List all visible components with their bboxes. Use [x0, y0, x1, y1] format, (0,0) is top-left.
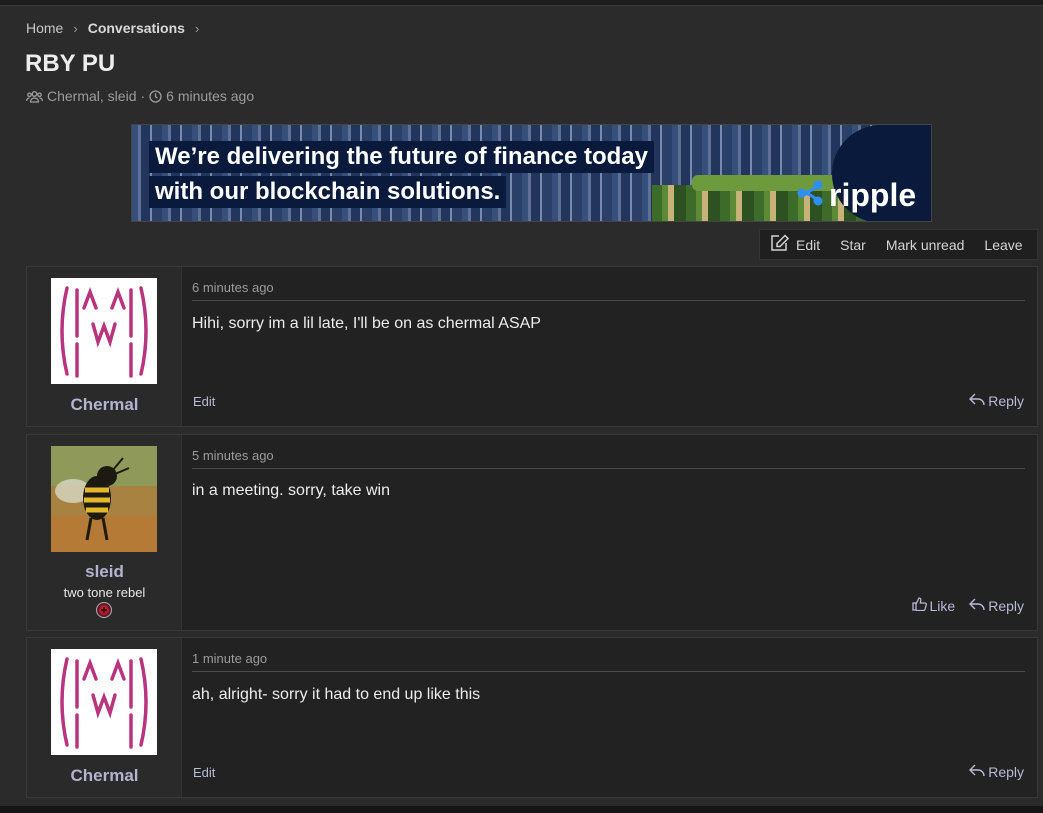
ripple-logo: ripple [797, 177, 916, 214]
avatar[interactable] [51, 649, 157, 755]
participants[interactable]: Chermal, sleid [47, 88, 136, 104]
message-time[interactable]: 1 minute ago [192, 651, 267, 666]
reply-label: Reply [988, 597, 1024, 614]
star-button[interactable]: Star [830, 237, 876, 253]
message-actions: Like Reply [911, 597, 1024, 614]
thumbs-up-icon [911, 597, 927, 614]
message-time[interactable]: 5 minutes ago [192, 448, 274, 463]
username[interactable]: Chermal [27, 766, 182, 786]
like-button[interactable]: Like [911, 597, 956, 614]
ad-headline-line1: We’re delivering the future of finance t… [149, 141, 654, 173]
message-text: in a meeting. sorry, take win [192, 482, 391, 499]
chevron-right-icon: › [73, 20, 78, 36]
divider [192, 671, 1025, 672]
message-user-panel: Chermal [27, 267, 182, 426]
avatar[interactable] [51, 446, 157, 552]
ripple-brand-text: ripple [829, 177, 917, 213]
avatar[interactable] [51, 278, 157, 384]
top-border [0, 0, 1043, 6]
meta-separator: · [140, 88, 146, 104]
message-text: Hihi, sorry im a lil late, I'll be on as… [192, 315, 541, 332]
conversation-actions: Edit Star Mark unread Leave [759, 229, 1038, 260]
mark-unread-button[interactable]: Mark unread [876, 237, 975, 253]
edit-message-link[interactable]: Edit [193, 765, 215, 780]
edit-icon [770, 234, 790, 255]
divider [192, 300, 1025, 301]
message-post: Chermal 6 minutes ago Hihi, sorry im a l… [26, 266, 1038, 427]
breadcrumb-home-link[interactable]: Home [26, 20, 63, 36]
advertisement-banner[interactable]: We’re delivering the future of finance t… [131, 124, 932, 222]
page-title: RBY PU [25, 50, 116, 77]
user-title: two tone rebel [63, 585, 146, 600]
leave-button[interactable]: Leave [974, 237, 1032, 253]
edit-conversation-button[interactable]: Edit [760, 234, 830, 255]
ripple-logo-icon [797, 177, 825, 214]
edit-message-link[interactable]: Edit [193, 394, 215, 409]
reply-button[interactable]: Reply [969, 393, 1024, 409]
message-post: Chermal 1 minute ago ah, alright- sorry … [26, 637, 1038, 798]
message-user-panel: sleid two tone rebel [27, 435, 182, 630]
reply-icon [969, 598, 985, 614]
conversation-meta: Chermal, sleid · 6 minutes ago [26, 88, 254, 104]
breadcrumb: Home › Conversations › [26, 20, 203, 36]
breadcrumb-conversations-link[interactable]: Conversations [88, 20, 185, 36]
username[interactable]: Chermal [27, 395, 182, 415]
divider [192, 468, 1025, 469]
chevron-right-icon: › [194, 20, 200, 36]
reply-icon [969, 764, 985, 780]
message-post: sleid two tone rebel 5 minutes ago in a … [26, 434, 1038, 631]
reply-icon [969, 393, 985, 409]
message-time[interactable]: 6 minutes ago [192, 280, 274, 295]
bottom-border [0, 806, 1043, 813]
username[interactable]: sleid [27, 562, 182, 582]
users-icon [26, 90, 43, 103]
user-badge-icon[interactable] [96, 602, 112, 618]
reply-label: Reply [988, 393, 1024, 409]
message-user-panel: Chermal [27, 638, 182, 797]
conversation-time: 6 minutes ago [166, 88, 255, 104]
reply-button[interactable]: Reply [969, 764, 1024, 780]
reply-button[interactable]: Reply [969, 597, 1024, 614]
message-actions: Reply [969, 393, 1024, 409]
reply-label: Reply [988, 764, 1024, 780]
edit-label: Edit [796, 236, 821, 253]
like-label: Like [929, 597, 956, 614]
clock-icon [149, 89, 162, 103]
message-text: ah, alright- sorry it had to end up like… [192, 686, 481, 703]
message-actions: Reply [969, 764, 1024, 780]
ad-headline-line2: with our blockchain solutions. [149, 176, 507, 208]
